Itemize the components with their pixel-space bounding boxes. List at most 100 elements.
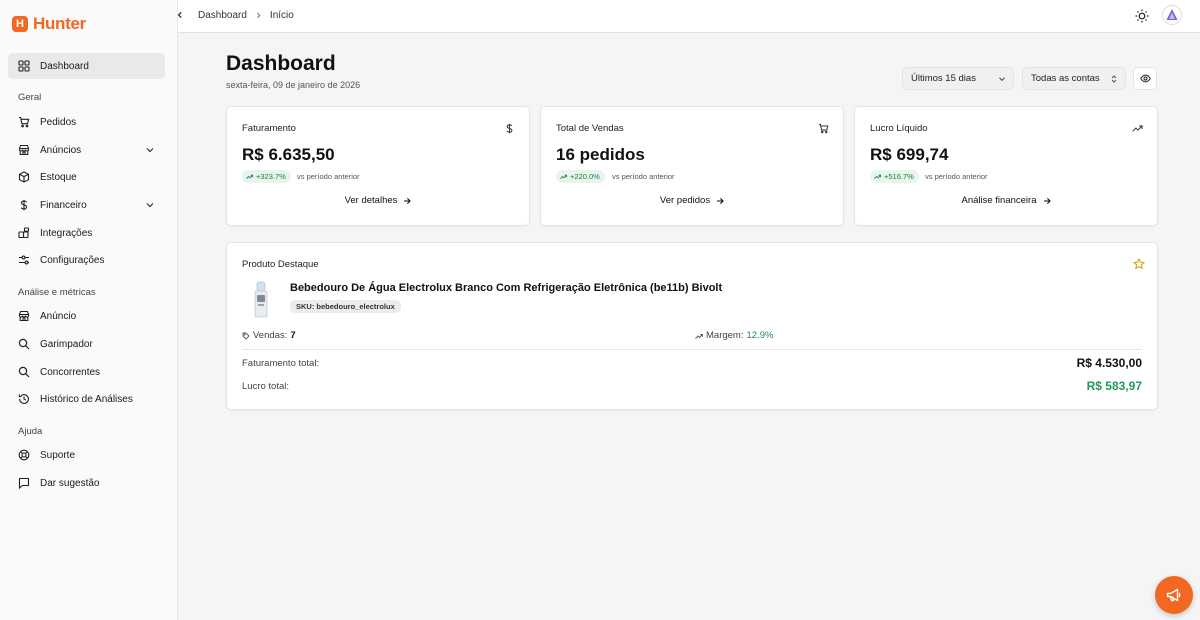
brand-name: Hunter: [33, 14, 86, 33]
puzzle-icon: [18, 227, 30, 239]
sidebar-item-label: Dar sugestão: [40, 477, 100, 489]
sales-card: Total de Vendas 16 pedidos +220.0% vs pe…: [540, 106, 844, 226]
brand-mark: H: [12, 16, 28, 32]
toggle-visibility-button[interactable]: [1133, 67, 1157, 90]
margin-label: Margem:: [706, 330, 744, 341]
sidebar-item-garimpador[interactable]: Garimpador: [8, 331, 165, 357]
search-icon: [18, 366, 30, 378]
profit-total-label: Lucro total:: [242, 381, 289, 392]
sidebar-item-label: Concorrentes: [40, 366, 101, 378]
sidebar-item-suporte[interactable]: Suporte: [8, 442, 165, 468]
chevron-down-icon: [999, 77, 1005, 82]
megaphone-icon: [1166, 588, 1181, 602]
sidebar-item-concorrentes[interactable]: Concorrentes: [8, 359, 165, 385]
store-icon: [18, 310, 30, 322]
store-icon: [18, 144, 30, 156]
breadcrumb-inicio: Início: [269, 10, 294, 21]
link-label: Ver pedidos: [659, 195, 711, 206]
page-date: sexta-feira, 09 de janeiro de 2026: [226, 80, 361, 90]
sun-icon: [1135, 9, 1149, 23]
card-label: Lucro Líquido: [870, 123, 928, 134]
trending-up-icon: [874, 174, 881, 179]
sidebar-item-financeiro[interactable]: Financeiro: [8, 192, 165, 218]
margin-value: 12.9%: [746, 330, 774, 341]
sidebar-item-historico[interactable]: Histórico de Análises: [8, 386, 165, 412]
sidebar-item-label: Configurações: [40, 254, 105, 266]
breadcrumb-dashboard[interactable]: Dashboard: [198, 10, 247, 21]
see-details-link[interactable]: Ver detalhes: [227, 195, 529, 206]
product-image: [254, 281, 268, 318]
card-label: Faturamento: [242, 123, 296, 134]
star-icon[interactable]: [1133, 258, 1145, 270]
change-badge: +516.7%: [870, 170, 919, 183]
history-icon: [18, 394, 29, 404]
lifebuoy-icon: [18, 449, 30, 461]
product-name[interactable]: Bebedouro De Água Electrolux Branco Com …: [290, 282, 722, 294]
change-badge: +323.7%: [242, 170, 291, 183]
arrow-right-icon: [404, 197, 412, 204]
brand-logo[interactable]: H Hunter: [12, 14, 86, 34]
sidebar-item-anuncios[interactable]: Anúncios: [8, 137, 165, 163]
change-value: +323.7%: [256, 172, 286, 181]
period-select[interactable]: Últimos 15 dias: [902, 67, 1014, 90]
sidebar-item-pedidos[interactable]: Pedidos: [8, 109, 165, 135]
account-select[interactable]: Todas as contas: [1022, 67, 1126, 90]
sku-badge: SKU: bebedouro_electrolux: [290, 300, 401, 313]
section-title-geral: Geral: [18, 92, 42, 103]
search-icon: [18, 338, 30, 350]
change-value: +220.0%: [570, 172, 600, 181]
avatar[interactable]: [1162, 5, 1182, 25]
page-title: Dashboard: [226, 52, 336, 75]
revenue-total-label: Faturamento total:: [242, 358, 320, 369]
sidebar: H Hunter Dashboard Geral Pedidos Anúncio…: [0, 0, 178, 620]
card-value: 16 pedidos: [556, 145, 645, 164]
compare-text: vs período anterior: [925, 172, 988, 181]
trending-up-icon: [246, 174, 253, 179]
tag-icon: [242, 332, 250, 340]
period-select-value: Últimos 15 dias: [911, 73, 976, 84]
sidebar-item-estoque[interactable]: Estoque: [8, 164, 165, 190]
sidebar-item-integracoes[interactable]: Integrações: [8, 220, 165, 246]
sidebar-item-label: Dashboard: [40, 60, 89, 72]
sidebar-item-label: Integrações: [40, 227, 93, 239]
sidebar-item-label: Histórico de Análises: [40, 393, 133, 405]
margin-stat: Margem: 12.9%: [695, 330, 773, 341]
trending-up-icon: [1132, 125, 1143, 132]
see-orders-link[interactable]: Ver pedidos: [541, 195, 843, 206]
financial-analysis-link[interactable]: Análise financeira: [855, 195, 1157, 206]
sidebar-item-anuncio[interactable]: Anúncio: [8, 303, 165, 329]
chevron-down-icon: [146, 203, 154, 208]
top-bar: Dashboard Início: [177, 0, 1200, 33]
theme-toggle-button[interactable]: [1134, 8, 1150, 24]
cart-icon: [818, 123, 829, 134]
eye-icon: [1139, 74, 1151, 83]
card-label: Total de Vendas: [556, 123, 624, 134]
sales-stat: Vendas: 7: [242, 330, 296, 341]
arrow-right-icon: [717, 197, 724, 204]
account-select-value: Todas as contas: [1031, 73, 1100, 84]
revenue-card: Faturamento R$ 6.635,50 +323.7% vs perío…: [226, 106, 530, 226]
section-title-ajuda: Ajuda: [18, 426, 43, 437]
user-avatar-icon: [1166, 9, 1178, 20]
announcements-button[interactable]: [1155, 576, 1193, 614]
sidebar-item-label: Financeiro: [40, 199, 87, 211]
sidebar-item-dar-sugestao[interactable]: Dar sugestão: [8, 470, 165, 496]
card-value: R$ 6.635,50: [242, 145, 335, 164]
link-label: Análise financeira: [961, 195, 1037, 206]
sidebar-item-dashboard[interactable]: Dashboard: [8, 53, 165, 79]
compare-text: vs período anterior: [297, 172, 360, 181]
collapse-sidebar-button[interactable]: [172, 7, 188, 23]
dollar-icon: [20, 199, 28, 211]
card-value: R$ 699,74: [870, 145, 949, 164]
message-icon: [18, 477, 30, 489]
sidebar-item-configuracoes[interactable]: Configurações: [8, 247, 165, 273]
chevron-up-down-icon: [1111, 75, 1117, 83]
profit-card: Lucro Líquido R$ 699,74 +516.7% vs perío…: [854, 106, 1158, 226]
featured-label: Produto Destaque: [242, 259, 319, 270]
box-icon: [18, 171, 30, 183]
divider: [242, 349, 1142, 350]
chevron-left-icon: [177, 11, 182, 19]
sidebar-item-label: Pedidos: [40, 116, 77, 128]
chevron-down-icon: [146, 148, 154, 153]
dollar-icon: [506, 123, 513, 134]
